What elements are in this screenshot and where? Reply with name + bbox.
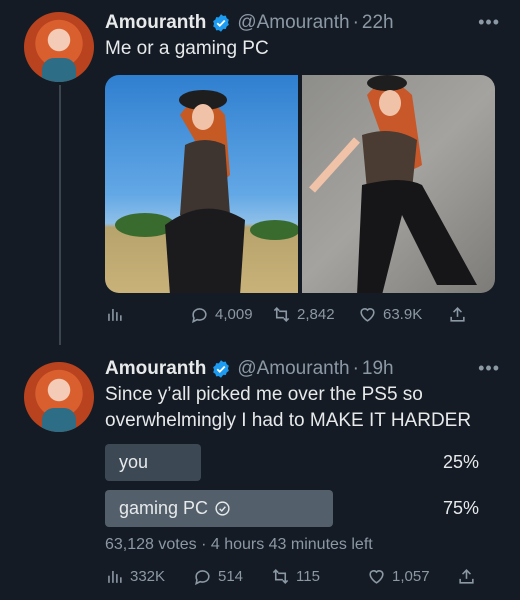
retweet-count: 115 [296, 568, 320, 585]
verified-badge-icon [213, 14, 230, 32]
share-action[interactable] [448, 305, 467, 324]
share-icon [459, 569, 474, 584]
separator-dot: · [352, 358, 359, 379]
more-options-icon[interactable]: ••• [478, 358, 500, 379]
views-action[interactable] [105, 305, 190, 324]
tweet-content: Amouranth @Amouranth · 19h ••• Since y’a… [105, 356, 502, 434]
tweet-text: Since y’all picked me over the PS5 so ov… [105, 384, 472, 431]
poll-option-label: you [119, 452, 149, 472]
tweet-text: Me or a gaming PC [105, 38, 269, 59]
tweet-actions: 4,009 2,842 63.9K [105, 305, 495, 324]
retweet-action[interactable]: 115 [271, 567, 367, 586]
photo-2[interactable] [302, 75, 495, 293]
retweet-icon [272, 569, 289, 584]
like-action[interactable]: 1,057 [367, 567, 457, 586]
tweet-timestamp[interactable]: 22h [362, 12, 394, 34]
tweet-header: Amouranth @Amouranth · 22h [105, 10, 502, 36]
avatar[interactable] [24, 362, 94, 432]
verified-badge-icon [213, 360, 230, 378]
tweet-2[interactable]: Amouranth @Amouranth · 19h ••• Since y’a… [0, 340, 520, 600]
tweet-timestamp[interactable]: 19h [362, 358, 394, 380]
heart-icon [360, 308, 375, 322]
poll-option-label: gaming PC [119, 490, 231, 527]
reply-icon [192, 308, 207, 324]
tweet-media[interactable] [105, 75, 495, 293]
reply-action[interactable]: 514 [193, 567, 271, 586]
views-count: 332K [130, 568, 166, 585]
tweet-actions: 332K 514 115 1,057 [105, 567, 495, 586]
like-action[interactable]: 63.9K [358, 305, 448, 324]
author-handle[interactable]: @Amouranth [237, 12, 349, 34]
avatar[interactable] [24, 12, 94, 82]
retweet-action[interactable]: 2,842 [272, 305, 358, 324]
poll-option-percent: 25% [442, 452, 479, 472]
tweet-1[interactable]: Amouranth @Amouranth · 22h ••• Me or a g… [0, 0, 520, 340]
share-icon [450, 307, 465, 322]
author-handle[interactable]: @Amouranth [237, 358, 349, 380]
more-options-icon[interactable]: ••• [478, 12, 500, 33]
author-name[interactable]: Amouranth [105, 358, 206, 380]
tweet-content: Amouranth @Amouranth · 22h ••• Me or a g… [105, 10, 502, 62]
retweet-icon [273, 307, 290, 322]
poll-option-percent: 75% [442, 498, 479, 518]
analytics-icon [108, 570, 122, 583]
author-name[interactable]: Amouranth [105, 12, 206, 34]
reply-count: 514 [218, 568, 244, 585]
views-action[interactable]: 332K [105, 567, 193, 586]
poll-meta: 63,128 votes · 4 hours 43 minutes left [105, 536, 373, 553]
heart-icon [369, 570, 384, 584]
separator-dot: · [352, 12, 359, 33]
like-count: 63.9K [383, 306, 423, 323]
poll: you 25% gaming PC 75% 63,128 votes · 4 h… [105, 444, 495, 554]
retweet-count: 2,842 [297, 306, 335, 323]
share-action[interactable] [457, 567, 476, 586]
reply-action[interactable]: 4,009 [190, 305, 272, 324]
check-circle-icon [215, 501, 230, 516]
tweet-header: Amouranth @Amouranth · 19h [105, 356, 502, 382]
poll-option-you[interactable]: you 25% [105, 444, 495, 481]
photo-1[interactable] [105, 75, 298, 293]
like-count: 1,057 [392, 568, 430, 585]
reply-count: 4,009 [215, 306, 253, 323]
poll-option-gaming-pc[interactable]: gaming PC 75% [105, 490, 495, 527]
analytics-icon [108, 308, 122, 321]
reply-icon [195, 570, 210, 586]
